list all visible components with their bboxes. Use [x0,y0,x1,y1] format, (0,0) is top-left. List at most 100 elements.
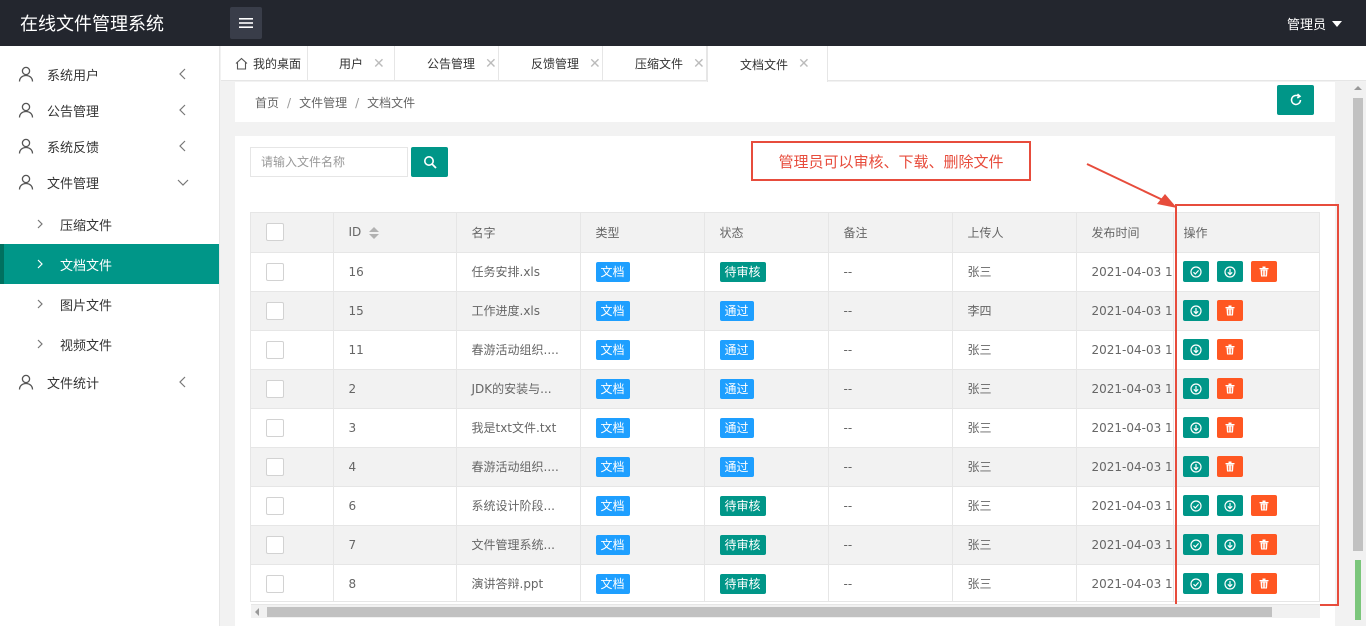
approve-button[interactable] [1182,573,1209,594]
user-menu[interactable]: 管理员 [1287,14,1342,33]
select-all-checkbox[interactable] [266,223,284,242]
hamburger-icon [239,18,253,28]
row-checkbox[interactable] [266,535,284,554]
sidebar-subitem-images[interactable]: 图片文件 [0,284,219,324]
delete-button[interactable] [1216,456,1243,477]
type-badge: 文档 [595,300,630,321]
download-button[interactable] [1216,573,1243,594]
download-icon [1223,577,1236,590]
cell-name: 我是txt文件.txt [456,408,581,448]
row-checkbox[interactable] [266,379,284,398]
download-button[interactable] [1216,261,1243,282]
status-badge: 待审核 [719,534,766,555]
status-badge: 通过 [719,417,754,438]
sidebar-item-announcements[interactable]: 公告管理 [0,92,219,128]
close-icon[interactable]: ✕ [373,56,385,72]
tab-desktop[interactable]: 我的桌面 [221,46,308,81]
search-button[interactable] [411,147,448,177]
breadcrumb-section[interactable]: 文件管理 [299,96,347,110]
search-input[interactable] [250,147,408,177]
close-icon[interactable]: ✕ [693,56,705,72]
vertical-scroll-thumb[interactable] [1353,98,1363,551]
cell-status: 通过 [704,447,829,487]
download-button[interactable] [1182,417,1209,438]
cell-uploader: 李四 [952,291,1077,331]
row-select-cell [251,447,334,487]
download-button[interactable] [1216,495,1243,516]
row-checkbox[interactable] [266,496,284,515]
delete-button[interactable] [1216,378,1243,399]
cell-time: 2021-04-03 11 [1076,447,1174,487]
tab-announcements[interactable]: 公告管理 ✕ [395,46,499,81]
cell-name: 演讲答辩.ppt [456,564,581,601]
delete-button[interactable] [1216,339,1243,360]
sidebar-subitem-documents[interactable]: 文档文件 [0,244,219,284]
row-checkbox[interactable] [266,262,284,281]
row-checkbox[interactable] [266,340,284,359]
scroll-left-icon[interactable] [255,608,259,616]
delete-button[interactable] [1250,495,1277,516]
trash-icon [1225,422,1234,433]
tab-documents[interactable]: 文档文件 ✕ [707,46,828,82]
cell-type: 文档 [580,525,705,565]
cell-time: 2021-04-03 11 [1076,330,1174,370]
tab-label: 用户 [339,57,364,71]
sidebar-item-file-management[interactable]: 文件管理 [0,164,219,200]
delete-button[interactable] [1250,261,1277,282]
row-checkbox[interactable] [266,457,284,476]
refresh-icon [1290,93,1301,106]
approve-button[interactable] [1182,534,1209,555]
download-button[interactable] [1216,534,1243,555]
close-icon[interactable]: ✕ [589,56,601,72]
cell-actions [1173,408,1319,448]
header-actions: 操作 [1173,213,1319,253]
menu-toggle-button[interactable] [230,7,262,39]
sidebar-subitem-archives[interactable]: 压缩文件 [0,204,219,244]
header-note: 备注 [828,213,953,253]
delete-button[interactable] [1250,573,1277,594]
close-icon[interactable]: ✕ [798,56,810,72]
refresh-button[interactable] [1277,85,1314,115]
data-table: ID 名字 类型 状态 备注 上传人 发布时间 操作 16 任务安排.xls 文档待… [250,212,1320,602]
delete-button[interactable] [1216,300,1243,321]
breadcrumb-home[interactable]: 首页 [255,96,279,110]
download-button[interactable] [1182,378,1209,399]
tab-feedback[interactable]: 反馈管理 ✕ [499,46,603,81]
sidebar-item-label: 文件管理 [47,176,100,192]
row-checkbox[interactable] [266,301,284,320]
sidebar-subitem-videos[interactable]: 视频文件 [0,324,219,364]
cell-type: 文档 [580,447,705,487]
sidebar-item-file-stats[interactable]: 文件统计 [0,364,219,400]
sort-icon[interactable] [369,226,380,239]
approve-button[interactable] [1182,495,1209,516]
cell-type: 文档 [580,486,705,526]
horizontal-scrollbar[interactable] [251,604,1320,618]
cell-note: -- [828,330,953,370]
sidebar-item-system-users[interactable]: 系统用户 [0,56,219,92]
close-icon[interactable]: ✕ [485,56,497,72]
sidebar-item-label: 系统反馈 [47,140,100,156]
type-badge: 文档 [595,495,630,516]
download-button[interactable] [1182,300,1209,321]
scroll-up-icon[interactable] [1354,86,1362,90]
sidebar-item-feedback[interactable]: 系统反馈 [0,128,219,164]
cell-uploader: 张三 [952,525,1077,565]
header-id[interactable]: ID [333,213,457,253]
download-button[interactable] [1182,339,1209,360]
approve-button[interactable] [1182,261,1209,282]
horizontal-scroll-thumb[interactable] [267,607,1272,617]
type-badge: 文档 [595,456,630,477]
delete-button[interactable] [1250,534,1277,555]
row-checkbox[interactable] [266,574,284,593]
download-button[interactable] [1182,456,1209,477]
cell-time: 2021-04-03 11 [1076,486,1174,526]
vertical-scrollbar[interactable] [1350,82,1366,626]
tab-users[interactable]: 用户 ✕ [308,46,395,81]
type-badge: 文档 [595,534,630,555]
row-checkbox[interactable] [266,418,284,437]
tab-archives[interactable]: 压缩文件 ✕ [603,46,707,81]
delete-button[interactable] [1216,417,1243,438]
cell-uploader: 张三 [952,369,1077,409]
chevron-left-icon [179,68,186,80]
row-select-cell [251,486,334,526]
